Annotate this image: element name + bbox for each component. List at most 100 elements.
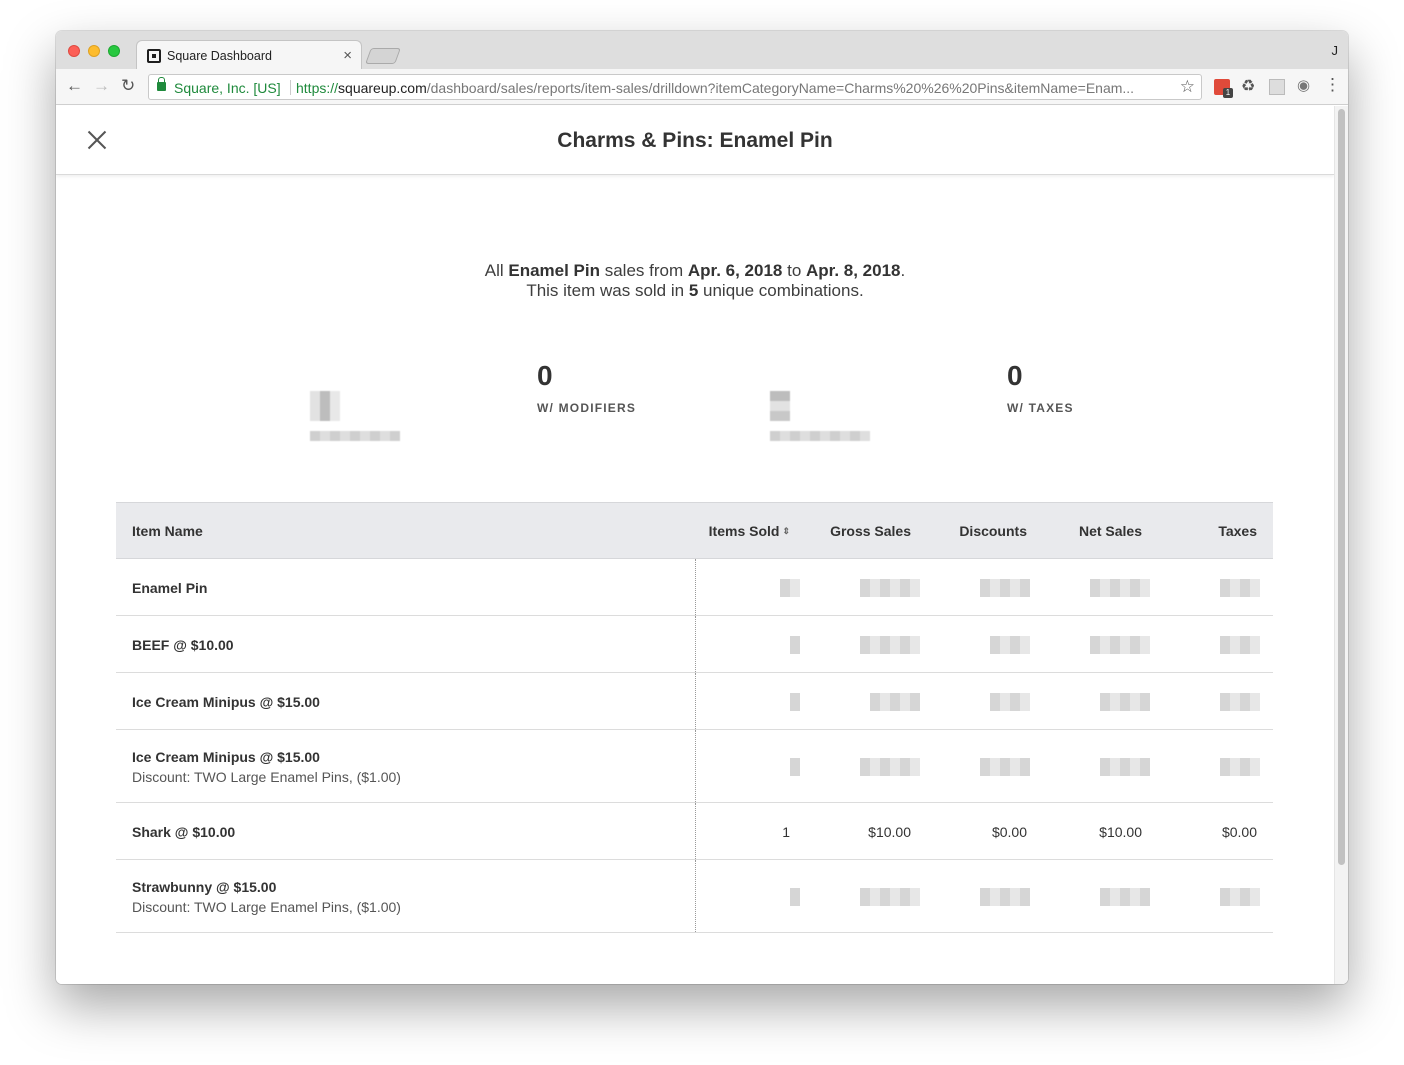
summary-item-name: Enamel Pin: [508, 261, 600, 280]
column-divider: [695, 616, 696, 672]
tab-close-icon[interactable]: ×: [343, 47, 352, 64]
table-row[interactable]: Enamel Pin: [116, 559, 1273, 616]
stat-value: 0: [1007, 360, 1023, 391]
summary-text: unique combinations.: [698, 281, 864, 300]
summary-line-2: This item was sold in 5 unique combinati…: [56, 281, 1334, 301]
column-divider: [695, 803, 696, 859]
item-sales-table: Item Name Items Sold ⇕ Gross Sales Discou…: [116, 502, 1273, 933]
extension-box-icon[interactable]: [1269, 79, 1285, 95]
item-name: Ice Cream Minipus @ $15.00: [132, 749, 320, 765]
summary-date-from: Apr. 6, 2018: [687, 261, 783, 280]
url-text[interactable]: https://squareup.com/dashboard/sales/rep…: [296, 80, 1176, 96]
redacted-cell: [860, 888, 920, 906]
stat-value: 0: [537, 360, 553, 391]
extension-calendar-icon[interactable]: [1214, 79, 1233, 98]
stat-label: W/ MODIFIERS: [537, 401, 637, 415]
redacted-cell: [980, 888, 1030, 906]
item-name: Ice Cream Minipus @ $15.00: [132, 694, 320, 710]
item-name: Enamel Pin: [132, 580, 208, 596]
table-row[interactable]: Shark @ $10.00 1 $10.00 $0.00 $10.00 $0.…: [116, 803, 1273, 860]
column-header-gross-sales[interactable]: Gross Sales: [830, 523, 911, 539]
table-row[interactable]: Strawbunny @ $15.00 Discount: TWO Large …: [116, 860, 1273, 933]
window-close-button[interactable]: [68, 45, 80, 57]
cell-net-sales: $10.00: [1099, 824, 1142, 840]
stat-with-modifiers: 0 W/ MODIFIERS: [537, 360, 637, 416]
sales-summary: All Enamel Pin sales from Apr. 6, 2018 t…: [56, 261, 1334, 301]
cell-gross-sales: $10.00: [868, 824, 911, 840]
item-discount: Discount: TWO Large Enamel Pins, ($1.00): [132, 899, 401, 915]
column-header-items-sold[interactable]: Items Sold ⇕: [709, 523, 790, 539]
window-maximize-button[interactable]: [108, 45, 120, 57]
redacted-cell: [870, 693, 920, 711]
forward-icon[interactable]: →: [93, 77, 110, 95]
column-header-discounts[interactable]: Discounts: [959, 523, 1027, 539]
redacted-cell: [790, 758, 800, 776]
column-header-label: Items Sold: [708, 523, 780, 539]
redacted-cell: [860, 579, 920, 597]
sort-icon: ⇕: [782, 526, 790, 536]
column-divider: [695, 673, 696, 729]
summary-text: This item was sold in: [526, 281, 689, 300]
redacted-cell: [790, 888, 800, 906]
column-divider: [695, 860, 696, 932]
back-icon[interactable]: ←: [66, 77, 83, 95]
summary-text: .: [900, 261, 906, 280]
menu-icon[interactable]: ⋮: [1324, 75, 1341, 95]
redacted-cell: [1220, 636, 1260, 654]
redacted-cell: [1100, 693, 1150, 711]
scrollbar[interactable]: [1334, 106, 1348, 984]
cell-taxes: $0.00: [1221, 824, 1257, 840]
stat-label: W/ TAXES: [1007, 401, 1074, 415]
browser-window: Square Dashboard × J ← → ↻ Square, Inc. …: [56, 31, 1348, 984]
modal-header: Charms & Pins: Enamel Pin: [56, 106, 1334, 175]
summary-text: sales from: [600, 261, 688, 280]
redacted-cell: [990, 636, 1030, 654]
item-discount: Discount: TWO Large Enamel Pins, ($1.00): [132, 769, 401, 785]
url-protocol: https://: [296, 80, 339, 96]
tab-title: Square Dashboard: [167, 49, 272, 63]
secure-label: Square, Inc. [US]: [174, 80, 281, 96]
cell-items-sold: 1: [782, 824, 790, 840]
redacted-cell: [790, 636, 800, 654]
new-tab-button[interactable]: [365, 48, 401, 64]
square-favicon-icon: [147, 49, 161, 63]
browser-tab[interactable]: Square Dashboard ×: [136, 40, 362, 70]
column-header-net-sales[interactable]: Net Sales: [1079, 523, 1142, 539]
redacted-cell: [1100, 758, 1150, 776]
summary-text: All: [484, 261, 509, 280]
redacted-cell: [860, 636, 920, 654]
page-viewport: Charms & Pins: Enamel Pin All Enamel Pin…: [56, 106, 1348, 984]
redacted-stat-value: [310, 391, 340, 421]
redacted-cell: [1220, 758, 1260, 776]
redacted-cell: [980, 579, 1030, 597]
scrollbar-thumb[interactable]: [1338, 109, 1345, 865]
title-bar: Square Dashboard × J: [56, 31, 1348, 70]
redacted-stat-label: [770, 431, 870, 441]
modal-title: Charms & Pins: Enamel Pin: [557, 129, 833, 152]
extension-recycle-icon[interactable]: ♻: [1241, 76, 1257, 95]
address-separator: [290, 80, 291, 95]
table-row[interactable]: Ice Cream Minipus @ $15.00: [116, 673, 1273, 730]
redacted-cell: [790, 693, 800, 711]
profile-button[interactable]: J: [1332, 43, 1339, 58]
star-icon[interactable]: ☆: [1180, 77, 1195, 97]
reload-icon[interactable]: ↻: [121, 77, 135, 95]
column-header-taxes[interactable]: Taxes: [1218, 523, 1257, 539]
table-header: Item Name Items Sold ⇕ Gross Sales Discou…: [116, 502, 1273, 559]
redacted-cell: [1220, 888, 1260, 906]
table-row[interactable]: Ice Cream Minipus @ $15.00 Discount: TWO…: [116, 730, 1273, 803]
redacted-cell: [780, 579, 800, 597]
column-divider: [695, 559, 696, 615]
window-minimize-button[interactable]: [88, 45, 100, 57]
item-name: Strawbunny @ $15.00: [132, 879, 277, 895]
redacted-cell: [1220, 579, 1260, 597]
summary-line-1: All Enamel Pin sales from Apr. 6, 2018 t…: [56, 261, 1334, 281]
lock-icon: [157, 77, 166, 91]
redacted-cell: [860, 758, 920, 776]
column-header-item-name[interactable]: Item Name: [132, 523, 203, 539]
redacted-cell: [1100, 888, 1150, 906]
table-row[interactable]: BEEF @ $10.00: [116, 616, 1273, 673]
address-bar[interactable]: Square, Inc. [US] https://squareup.com/d…: [148, 74, 1202, 100]
extension-camera-icon[interactable]: ◉: [1297, 76, 1313, 94]
redacted-cell: [1090, 636, 1150, 654]
